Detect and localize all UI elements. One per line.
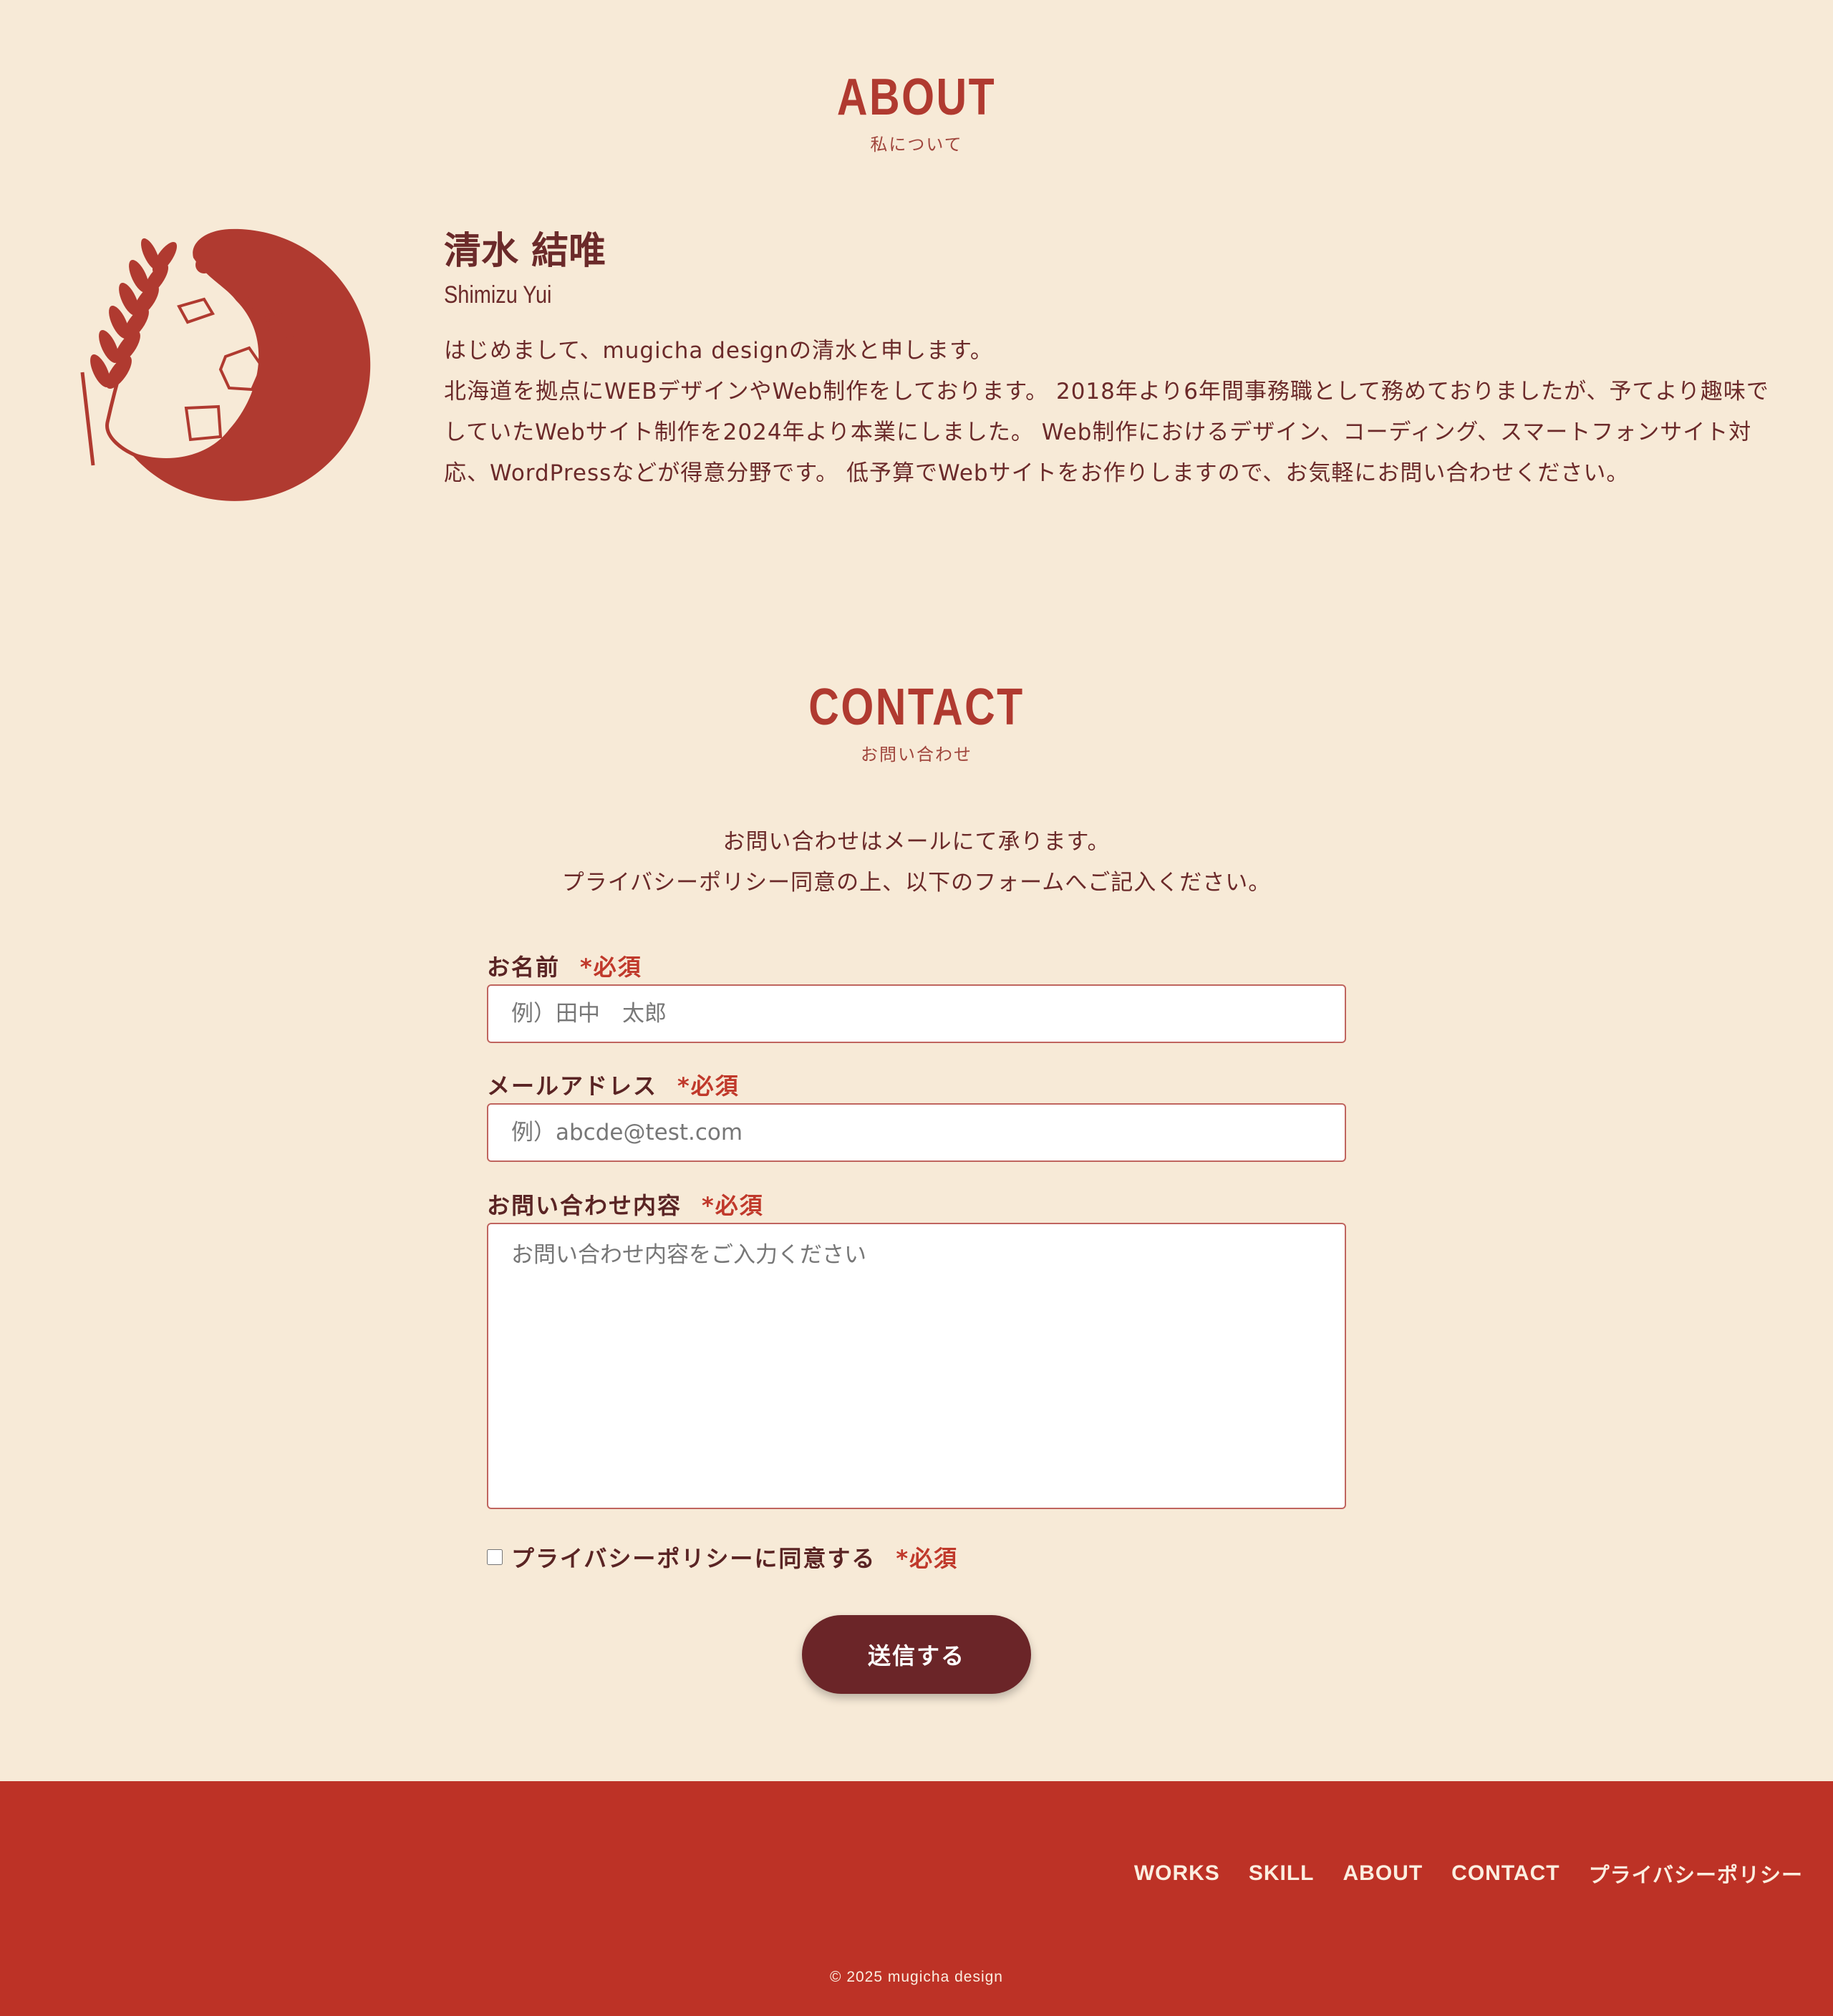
copyright: © 2025 mugicha design <box>830 1969 1003 1985</box>
about-subtitle: 私について <box>870 135 963 155</box>
required-mark: *必須 <box>580 954 642 981</box>
required-mark: *必須 <box>896 1545 959 1572</box>
profile-romaji: Shimizu Yui <box>444 281 552 309</box>
privacy-agree-label: プライバシーポリシーに同意する *必須 <box>511 1541 958 1574</box>
footer-link-skill[interactable]: SKILL <box>1249 1861 1315 1886</box>
name-label-text: お名前 <box>487 954 561 981</box>
privacy-agree-text: プライバシーポリシーに同意する <box>511 1545 876 1572</box>
wheat-tea-glass-icon <box>80 228 371 501</box>
contact-intro: お問い合わせはメールにて承ります。 プライバシーポリシー同意の上、以下のフォーム… <box>0 822 1833 903</box>
intro-line: プライバシーポリシー同意の上、以下のフォームへご記入ください。 <box>561 870 1272 896</box>
submit-button[interactable]: 送信する <box>802 1615 1031 1694</box>
message-label-text: お問い合わせ内容 <box>487 1192 682 1219</box>
about-heading: ABOUT 私について <box>0 72 1833 155</box>
message-textarea[interactable] <box>487 1223 1346 1509</box>
footer-link-about[interactable]: ABOUT <box>1343 1861 1423 1886</box>
contact-heading: CONTACT お問い合わせ <box>0 682 1833 765</box>
footer-link-contact[interactable]: CONTACT <box>1451 1861 1559 1886</box>
privacy-agree-row: プライバシーポリシーに同意する *必須 <box>487 1541 958 1574</box>
email-label: メールアドレス *必須 <box>487 1068 740 1101</box>
profile-paragraph: 北海道を拠点にWEBデザインやWeb制作をしております。 2018年より6年間事… <box>444 379 1769 486</box>
footer-link-works[interactable]: WORKS <box>1134 1861 1220 1886</box>
about-title: ABOUT <box>836 69 997 126</box>
profile-paragraph: はじめまして、mugicha designの清水と申します。 <box>444 338 993 364</box>
name-input[interactable] <box>487 984 1346 1043</box>
intro-line: お問い合わせはメールにて承ります。 <box>722 829 1111 855</box>
privacy-agree-checkbox[interactable] <box>487 1549 503 1565</box>
contact-title: CONTACT <box>808 679 1025 736</box>
footer-link-privacy[interactable]: プライバシーポリシー <box>1589 1858 1803 1889</box>
email-label-text: メールアドレス <box>487 1072 658 1100</box>
site-footer: WORKS SKILL ABOUT CONTACT プライバシーポリシー © 2… <box>0 1781 1833 2016</box>
profile-description: はじめまして、mugicha designの清水と申します。 北海道を拠点にWE… <box>444 331 1790 494</box>
profile-name: 清水 結唯 <box>444 230 606 273</box>
message-label: お問い合わせ内容 *必須 <box>487 1188 764 1221</box>
contact-subtitle: お問い合わせ <box>861 745 972 765</box>
name-label: お名前 *必須 <box>487 949 642 982</box>
required-mark: *必須 <box>702 1192 764 1219</box>
footer-nav: WORKS SKILL ABOUT CONTACT プライバシーポリシー <box>1134 1858 1803 1889</box>
required-mark: *必須 <box>677 1072 740 1100</box>
email-input[interactable] <box>487 1103 1346 1162</box>
